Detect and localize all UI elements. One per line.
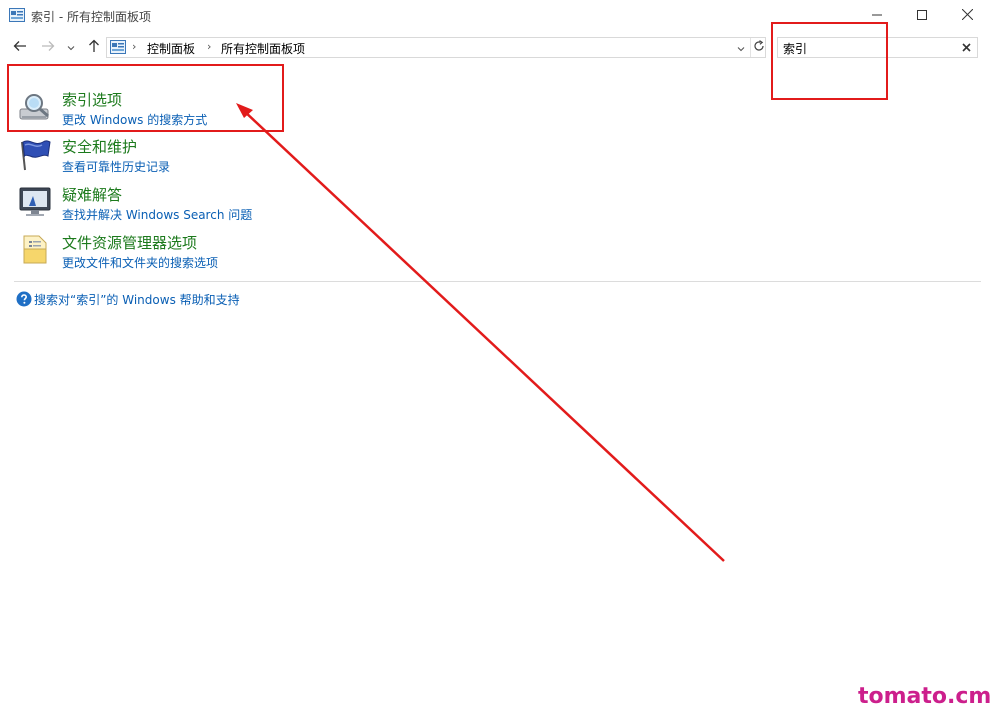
annotation-arrow xyxy=(236,103,725,562)
watermark: tomato.cm xyxy=(858,684,992,709)
